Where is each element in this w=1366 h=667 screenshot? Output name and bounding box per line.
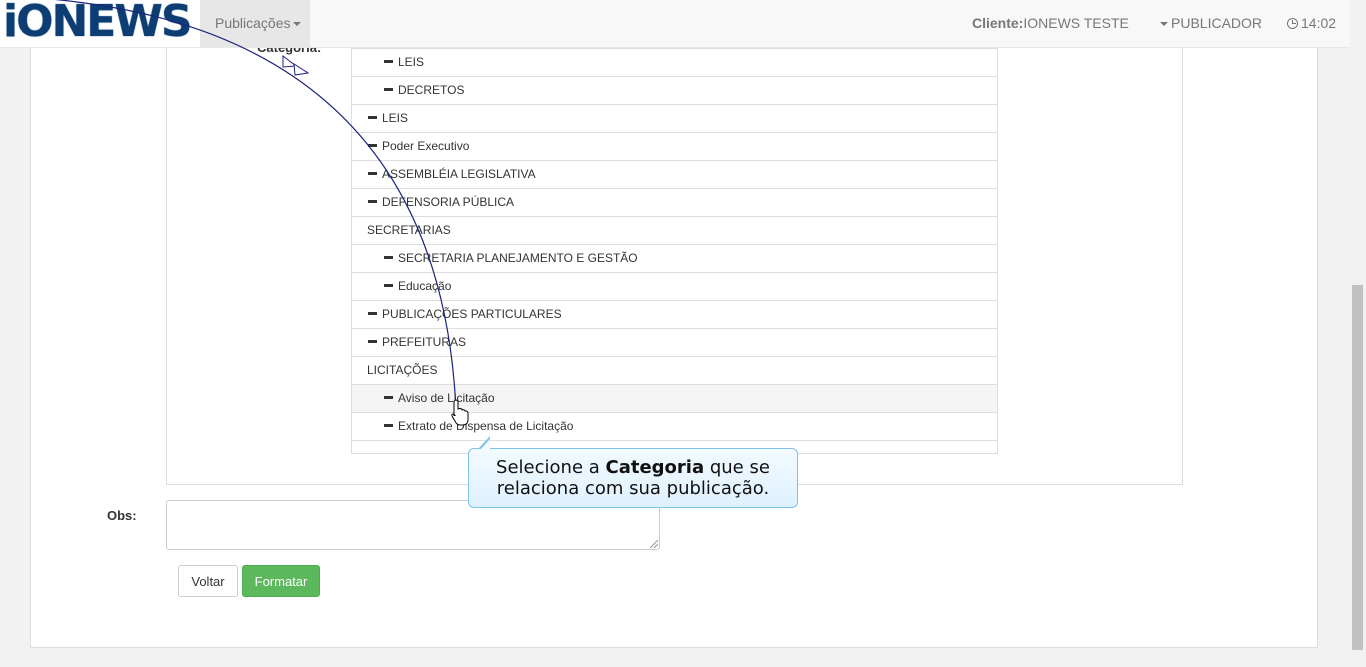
category-item[interactable]: Extrato de Dispensa de Licitação — [352, 413, 997, 441]
obs-label: Obs: — [107, 508, 137, 523]
dash-icon — [368, 340, 377, 344]
category-label: SECRETARIA PLANEJAMENTO E GESTÃO — [398, 251, 638, 265]
category-label: PREFEITURAS — [382, 335, 467, 349]
voltar-button[interactable]: Voltar — [178, 565, 238, 597]
category-item[interactable]: SECRETARIAS — [352, 217, 997, 245]
clock-icon — [1287, 18, 1298, 29]
category-item[interactable]: PUBLICAÇÕES PARTICULARES — [352, 301, 997, 329]
category-item[interactable]: LEIS — [352, 105, 997, 133]
category-item[interactable]: LEIS — [352, 49, 997, 77]
category-label: LEIS — [398, 55, 425, 69]
logo-text: iONEWS — [3, 0, 193, 47]
client-label: Cliente: — [972, 15, 1024, 31]
category-item[interactable]: Aviso de Licitação — [352, 385, 997, 413]
dash-icon — [368, 312, 377, 316]
caret-down-icon — [292, 22, 301, 27]
category-label: ASSEMBLÉIA LEGISLATIVA — [382, 167, 536, 181]
dash-icon — [384, 256, 393, 260]
category-label: Poder Executivo — [382, 139, 470, 153]
client-name: IONEWS TESTE — [1023, 15, 1129, 31]
category-item[interactable]: DECRETOS — [352, 77, 997, 105]
callout-tail-inner — [480, 439, 490, 450]
category-label: SECRETARIAS — [367, 223, 451, 237]
clock-display: 14:02 — [1287, 0, 1336, 47]
category-item[interactable]: ASSEMBLÉIA LEGISLATIVA — [352, 161, 997, 189]
scrollbar-thumb[interactable] — [1352, 285, 1363, 650]
dash-icon — [384, 284, 393, 288]
dash-icon — [368, 144, 377, 148]
ionews-logo[interactable]: iONEWS — [0, 0, 200, 47]
resize-grip-icon[interactable] — [650, 540, 658, 548]
category-label: Aviso de Licitação — [398, 391, 495, 405]
publicador-label: PUBLICADOR — [1171, 15, 1263, 31]
publicador-menu[interactable]: PUBLICADOR — [1160, 0, 1262, 47]
category-label: PUBLICAÇÕES PARTICULARES — [382, 307, 562, 321]
client-info: Cliente:IONEWS TESTE — [972, 0, 1129, 47]
category-item[interactable]: Poder Executivo — [352, 133, 997, 161]
category-item[interactable]: DEFENSORIA PÚBLICA — [352, 189, 997, 217]
category-list[interactable]: ExecutivoLEISDECRETOSLEISPoder Executivo… — [351, 34, 998, 454]
category-label: LICITAÇÕES — [367, 363, 438, 377]
category-label: Extrato de Dispensa de Licitação — [398, 419, 574, 433]
dash-icon — [368, 200, 377, 204]
category-item[interactable]: Educação — [352, 273, 997, 301]
category-item[interactable]: LICITAÇÕES — [352, 357, 997, 385]
tutorial-callout: Selecione a Categoria que se relaciona c… — [468, 448, 798, 508]
dash-icon — [384, 88, 393, 92]
category-item[interactable]: SECRETARIA PLANEJAMENTO E GESTÃO — [352, 245, 997, 273]
callout-text-bold: Categoria — [605, 457, 705, 478]
dash-icon — [384, 396, 393, 400]
dash-icon — [368, 172, 377, 176]
publicacoes-label: Publicações — [215, 15, 291, 31]
category-item[interactable]: PREFEITURAS — [352, 329, 997, 357]
formatar-button[interactable]: Formatar — [242, 565, 320, 597]
callout-text-before: Selecione a — [496, 457, 606, 478]
dash-icon — [384, 424, 393, 428]
clock-time: 14:02 — [1301, 15, 1337, 31]
category-label: Educação — [398, 279, 452, 293]
caret-down-icon — [1160, 22, 1168, 27]
callout-text-line2: relaciona com sua publicação. — [496, 478, 770, 499]
page-scrollbar[interactable] — [1350, 0, 1366, 667]
top-navbar: iONEWS Publicações Cliente:IONEWS TESTE … — [0, 0, 1350, 48]
publicacoes-menu[interactable]: Publicações — [200, 0, 310, 47]
category-label: DECRETOS — [398, 83, 465, 97]
category-label: DEFENSORIA PÚBLICA — [382, 195, 515, 209]
dash-icon — [384, 60, 393, 64]
dash-icon — [368, 116, 377, 120]
callout-text-after: que se — [704, 457, 770, 478]
category-label: LEIS — [382, 111, 409, 125]
